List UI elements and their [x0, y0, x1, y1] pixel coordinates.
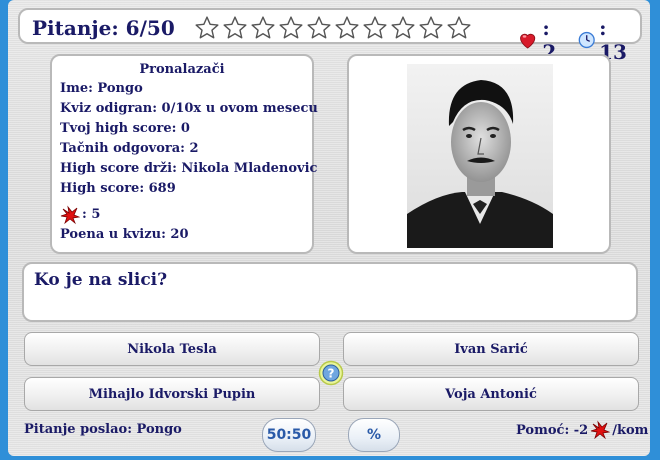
help-cost-prefix: Pomoć: -2 [516, 422, 589, 438]
fifty-fifty-button[interactable]: 50:50 [262, 418, 316, 452]
category-title: Pronalazači [139, 62, 225, 77]
answer-button-1[interactable]: Nikola Tesla [24, 332, 320, 366]
portrait-photo [407, 64, 553, 248]
penalty-value: : 5 [82, 207, 101, 222]
star-outline-icon [251, 16, 275, 39]
answer-button-4[interactable]: Voja Antonić [343, 377, 639, 411]
star-outline-icon [335, 16, 359, 39]
star-outline-icon [447, 16, 471, 39]
info-line: High score drži: Nikola Mladenovic [60, 161, 318, 176]
info-line: Tvoj high score: 0 [60, 121, 190, 136]
help-cost: Pomoć: -2 /kom [516, 420, 648, 440]
question-box: Ko je na slici? [22, 262, 638, 322]
info-line: Ime: Pongo [60, 81, 143, 96]
question-image-box [347, 54, 611, 254]
svg-text:?: ? [328, 367, 335, 381]
question-counter: Pitanje: 6/50 [32, 16, 175, 40]
percent-button[interactable]: % [348, 418, 400, 452]
answer-button-3[interactable]: Mihajlo Idvorski Pupin [24, 377, 320, 411]
star-outline-icon [419, 16, 443, 39]
question-text: Ko je na slici? [34, 270, 168, 290]
red-mark-icon [60, 205, 80, 225]
info-line: Kviz odigran: 0/10x u ovom mesecu [60, 101, 318, 116]
clock-icon [578, 31, 595, 49]
help-cost-suffix: /kom [612, 422, 649, 438]
star-outline-icon [223, 16, 247, 39]
info-line: Tačnih odgovora: 2 [60, 141, 199, 156]
red-mark-icon [591, 420, 611, 440]
player-info-box: Pronalazači Ime: Pongo Kviz odigran: 0/1… [50, 54, 318, 254]
heart-icon [520, 33, 536, 49]
star-outline-icon [363, 16, 387, 39]
star-outline-icon [279, 16, 303, 39]
progress-stars [194, 15, 472, 41]
penalty-count: : 5 [60, 205, 304, 225]
star-outline-icon [195, 16, 219, 39]
question-author: Pitanje poslao: Pongo [24, 422, 182, 437]
quiz-points: Poena u kvizu: 20 [60, 227, 189, 242]
star-outline-icon [391, 16, 415, 39]
answer-button-2[interactable]: Ivan Sarić [343, 332, 639, 366]
status-bar: Pitanje: 6/50 : 2 : 13 [18, 8, 642, 64]
star-outline-icon [307, 16, 331, 39]
info-line: High score: 689 [60, 181, 176, 196]
help-icon[interactable]: ? [318, 360, 344, 386]
